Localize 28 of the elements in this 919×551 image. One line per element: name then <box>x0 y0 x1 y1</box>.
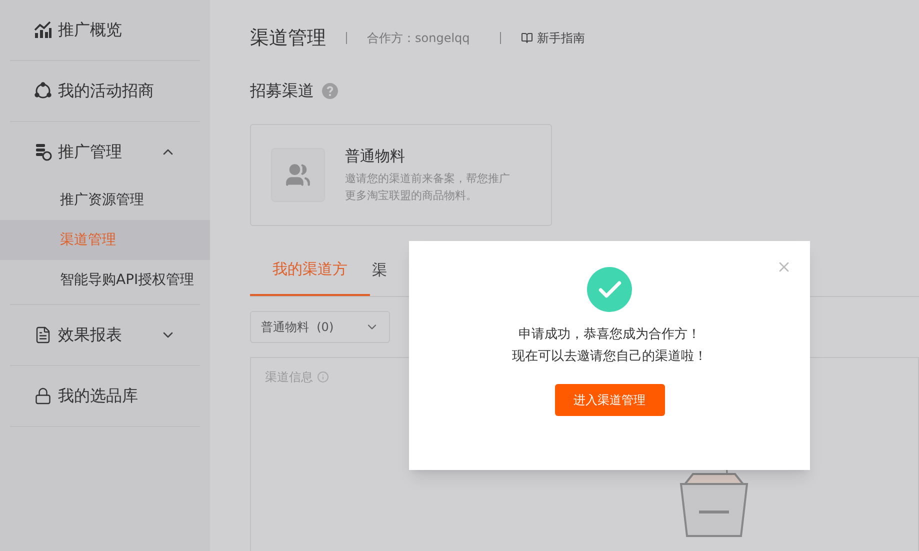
sidebar-subitem[interactable]: 智能导购API授权管理 <box>10 260 200 300</box>
dialog-message: 现在可以去邀请您自己的渠道啦！ <box>512 348 707 366</box>
card-title: 普通物料 <box>345 146 406 168</box>
info-icon <box>317 370 329 382</box>
panel-label: 渠道信息 <box>265 368 313 386</box>
book-icon <box>520 32 533 44</box>
sidebar-subitem[interactable]: 推广资源管理 <box>10 180 200 220</box>
guide-link[interactable]: 新手指南 <box>520 29 585 48</box>
help-icon <box>322 82 338 98</box>
sidebar-item[interactable]: 我的活动招商 <box>10 61 200 121</box>
dialog-message: 申请成功，恭喜您成为合作方！ <box>518 326 700 344</box>
material-select[interactable]: 普通物料 (0) <box>250 310 390 342</box>
sidebar-item[interactable]: 我的选品库 <box>10 366 200 426</box>
material-card[interactable]: 普通物料 邀请您的渠道前来备案，帮您推广更多淘宝联盟的商品物料。 <box>250 124 552 226</box>
lock-icon <box>34 387 52 405</box>
card-description: 邀请您的渠道前来备案，帮您推广更多淘宝联盟的商品物料。 <box>345 170 511 204</box>
sidebar-item[interactable]: 推广管理 <box>10 122 200 182</box>
group-icon <box>271 148 325 202</box>
success-check-icon <box>587 267 632 312</box>
tab[interactable]: 渠 <box>372 246 400 296</box>
section-title: 招募渠道 <box>250 80 314 102</box>
partner-label: 合作方：songelqq <box>367 30 470 48</box>
sidebar-item[interactable]: 推广概览 <box>10 0 200 60</box>
page-title: 渠道管理 <box>250 26 326 51</box>
document-icon <box>34 326 52 344</box>
network-icon <box>34 82 52 100</box>
sidebar-item[interactable]: 效果报表 <box>10 305 200 365</box>
bar-chart-icon <box>34 21 52 39</box>
